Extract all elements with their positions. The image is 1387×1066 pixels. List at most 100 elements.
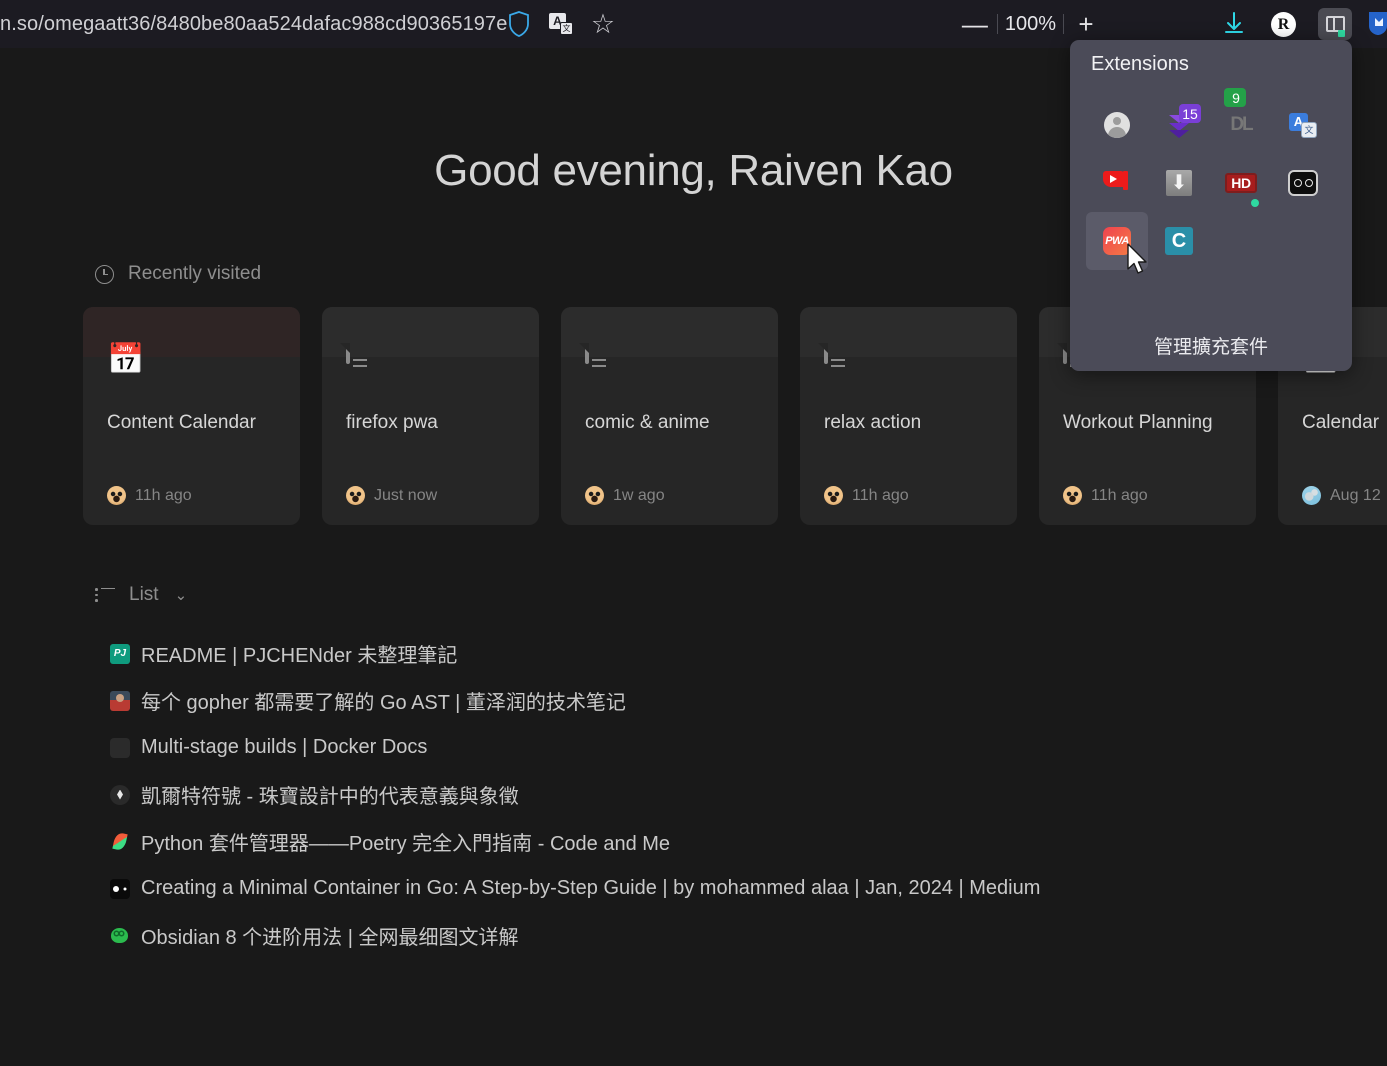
card-meta: 11h ago [1063,486,1148,505]
card-title: Workout Planning [1063,412,1213,433]
address-bar[interactable]: n.so/omegaatt36/8480be80aa524dafac988cd9… [0,0,507,48]
list-item[interactable]: PJ README | PJCHENder 未整理筆記 [83,630,1123,677]
sidebar-status-dot [1338,30,1345,37]
browser-window: n.so/omegaatt36/8480be80aa524dafac988cd9… [0,0,1387,1066]
shield-icon[interactable] [505,10,533,38]
list-item[interactable]: Obsidian 8 个进阶用法 | 全网最细图文详解 [83,912,1123,959]
document-icon [346,343,382,385]
avatar [585,486,604,505]
extension-item-video-download[interactable] [1148,154,1210,212]
bookmark-star-icon[interactable]: ☆ [589,10,617,38]
list-item[interactable]: Creating a Minimal Container in Go: A St… [83,865,1123,912]
letter-c-icon: C [1165,227,1193,255]
list-item-title: Obsidian 8 个进阶用法 | 全网最细图文详解 [141,927,519,949]
card-timestamp: Aug 12 [1330,486,1381,504]
card-title: comic & anime [585,412,710,433]
list-item-title: 每个 gopher 都需要了解的 Go AST | 董泽润的技术笔记 [141,692,626,714]
card-meta: Aug 12 [1302,486,1381,505]
list-item-title: Multi-stage builds | Docker Docs [141,736,428,758]
pocket-icon[interactable] [1365,10,1387,36]
extension-item-hd-video[interactable]: HD [1210,154,1272,212]
recent-card[interactable]: comic & anime 1w ago [561,307,778,525]
docker-favicon [110,737,130,758]
zoom-level-label[interactable]: 100% [1005,13,1056,36]
list-item[interactable]: 凱爾特符號 - 珠寶設計中的代表意義與象徵 [83,771,1123,818]
extension-item-privacy[interactable] [1272,154,1334,212]
list-item-title: Python 套件管理器——Poetry 完全入門指南 - Code and M… [141,833,671,855]
medium-favicon [110,878,130,899]
url-text: n.so/omegaatt36/8480be80aa524dafac988cd9… [0,12,508,35]
list-item-title: Creating a Minimal Container in Go: A St… [141,877,1041,899]
list-item[interactable]: Multi-stage builds | Docker Docs [83,724,1123,771]
recent-card[interactable]: firefox pwa Just now [322,307,539,525]
list-item-title: README | PJCHENder 未整理筆記 [141,645,458,667]
manage-extensions-link[interactable]: 管理擴充套件 [1070,332,1352,359]
recent-card[interactable]: relax action 11h ago [800,307,1017,525]
two-circles-icon [1288,170,1318,196]
chevron-down-icon[interactable]: ⌄ [175,586,188,604]
extension-item-translate[interactable]: A文 [1272,96,1334,154]
mouse-cursor [1126,243,1150,277]
recently-visited-label: Recently visited [128,263,262,284]
person-favicon [110,690,130,711]
card-timestamp: 11h ago [1091,486,1148,504]
dark-dl-icon: DL 9 [1224,88,1254,138]
extension-badge: 15 [1179,104,1201,123]
recent-card[interactable]: 📅 Content Calendar 11h ago [83,307,300,525]
card-meta: 1w ago [585,486,665,505]
youtube-icon [1103,171,1131,195]
avatar [346,486,365,505]
avatar [1063,486,1082,505]
zoom-divider-left [996,14,998,34]
list-label: List [129,584,159,605]
avatar [1302,486,1321,505]
card-timestamp: 11h ago [135,486,192,504]
gray-download-icon [1166,170,1192,196]
card-timestamp: Just now [374,486,438,504]
extension-item-account[interactable] [1086,96,1148,154]
sidebar-toggle-button[interactable] [1318,8,1352,40]
extensions-panel-title: Extensions [1091,53,1189,75]
purple-download-stack-icon: 15 [1165,104,1201,138]
document-icon [824,343,860,385]
account-avatar[interactable]: R [1271,12,1296,37]
address-bar-icons: A 文 ☆ [505,0,617,48]
list-item[interactable]: Python 套件管理器——Poetry 完全入門指南 - Code and M… [83,818,1123,865]
list-item[interactable]: 每个 gopher 都需要了解的 Go AST | 董泽润的技术笔记 [83,677,1123,724]
translate-icon[interactable]: A 文 [547,10,575,38]
avatar [824,486,843,505]
card-meta: 11h ago [107,486,192,505]
pjchender-favicon: PJ [110,643,130,664]
document-icon [585,343,621,385]
clock-icon [95,264,114,284]
extension-badge: 9 [1224,88,1246,107]
zoom-divider-right [1063,14,1064,34]
extension-item-download-manager[interactable]: 15 [1148,96,1210,154]
translate-icon: A文 [1289,112,1317,138]
person-avatar-icon [1104,112,1130,138]
extensions-panel: Extensions 15 DL 9 A文 ⬇ HD PWA C 管理擴充套件 [1070,40,1352,371]
card-title: firefox pwa [346,412,438,433]
extension-item-c[interactable]: C [1148,212,1210,270]
zoom-out-button[interactable]: — [960,11,990,37]
card-meta: Just now [346,486,437,505]
translate-letter-cjk: 文 [560,22,573,35]
extension-item-downloader[interactable]: DL 9 [1210,88,1272,154]
card-timestamp: 11h ago [852,486,909,504]
card-meta: 11h ago [824,486,909,505]
list-icon [95,587,115,603]
card-timestamp: 1w ago [613,486,665,504]
extension-status-dot [1251,199,1259,207]
avatar [107,486,126,505]
extensions-grid: 15 DL 9 A文 HD [1086,88,1336,270]
download-icon[interactable] [1221,11,1247,37]
card-title: Calendar [1302,412,1380,433]
zoom-in-button[interactable]: + [1071,11,1101,37]
list-item-title: 凱爾特符號 - 珠寶設計中的代表意義與象徵 [141,786,519,808]
list-view-selector[interactable]: List ⌄ [95,584,187,606]
calendar-emoji-icon: 📅 [107,343,145,376]
codeandme-favicon [110,832,130,852]
card-title: Content Calendar [107,412,256,433]
extension-item-youtube[interactable] [1086,154,1148,212]
celtic-favicon [110,784,130,805]
